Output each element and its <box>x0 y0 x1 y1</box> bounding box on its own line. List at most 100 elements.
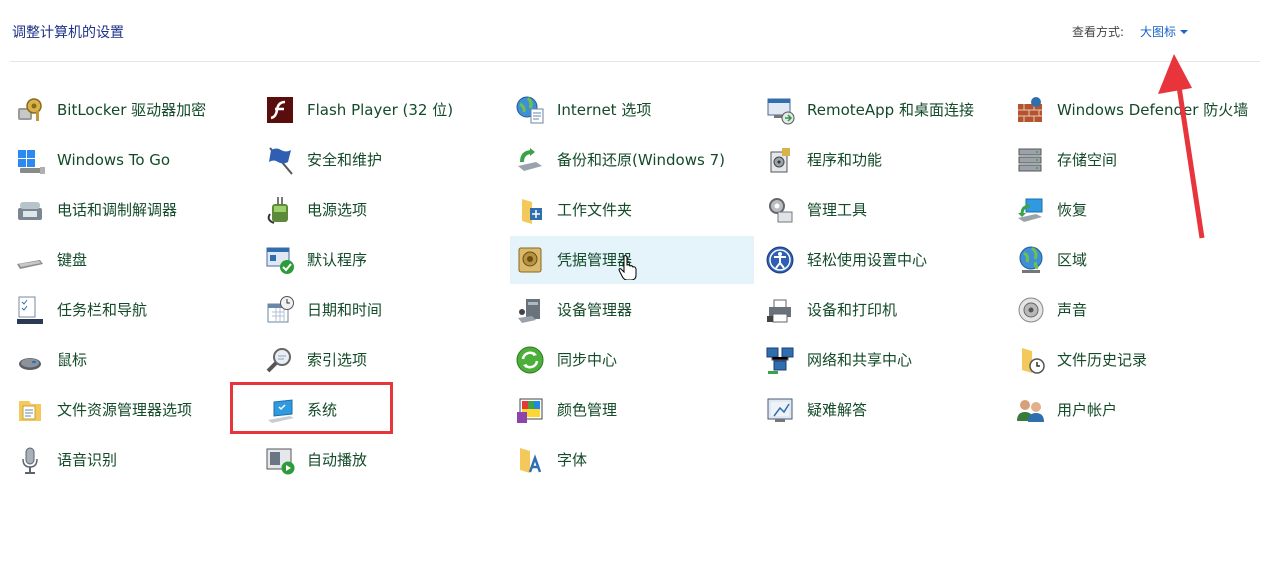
item-label: 程序和功能 <box>807 151 883 169</box>
flash-player-icon <box>264 94 296 126</box>
item-flash-player[interactable]: Flash Player (32 位) <box>260 86 504 134</box>
item-windows-firewall[interactable]: Windows Defender 防火墙 <box>1010 86 1254 134</box>
item-label: RemoteApp 和桌面连接 <box>807 101 974 119</box>
internet-options-icon <box>514 94 546 126</box>
item-label: 备份和还原(Windows 7) <box>557 151 725 169</box>
item-label: Flash Player (32 位) <box>307 101 454 119</box>
page-title: 调整计算机的设置 <box>12 25 124 41</box>
item-label: 设备和打印机 <box>807 301 898 319</box>
user-accounts-icon <box>1014 394 1046 426</box>
item-label: 安全和维护 <box>307 151 383 169</box>
item-admin-tools[interactable]: 管理工具 <box>760 186 1004 234</box>
item-fonts[interactable]: 字体 <box>510 436 754 484</box>
item-sync-center[interactable]: 同步中心 <box>510 336 754 384</box>
item-security-maintenance[interactable]: 安全和维护 <box>260 136 504 184</box>
item-windows-to-go[interactable]: Windows To Go <box>10 136 254 184</box>
backup-restore-icon <box>514 144 546 176</box>
keyboard-icon <box>14 244 46 276</box>
default-programs-icon <box>264 244 296 276</box>
item-label: 恢复 <box>1057 201 1088 219</box>
item-mouse[interactable]: 鼠标 <box>10 336 254 384</box>
item-power-options[interactable]: 电源选项 <box>260 186 504 234</box>
item-default-programs[interactable]: 默认程序 <box>260 236 504 284</box>
item-phone-modem[interactable]: 电话和调制解调器 <box>10 186 254 234</box>
item-label: 设备管理器 <box>557 301 633 319</box>
network-sharing-icon <box>764 344 796 376</box>
recovery-icon <box>1014 194 1046 226</box>
item-ease-of-access[interactable]: 轻松使用设置中心 <box>760 236 1004 284</box>
item-backup-restore[interactable]: 备份和还原(Windows 7) <box>510 136 754 184</box>
view-by-value[interactable]: 大图标 <box>1140 25 1176 39</box>
item-speech[interactable]: 语音识别 <box>10 436 254 484</box>
item-network-sharing[interactable]: 网络和共享中心 <box>760 336 1004 384</box>
item-label: 自动播放 <box>307 451 368 469</box>
item-label: 日期和时间 <box>307 301 383 319</box>
work-folders-icon <box>514 194 546 226</box>
region-globe-icon <box>1014 244 1046 276</box>
item-label: 存储空间 <box>1057 151 1118 169</box>
item-autoplay[interactable]: 自动播放 <box>260 436 504 484</box>
autoplay-icon <box>264 444 296 476</box>
remoteapp-icon <box>764 94 796 126</box>
troubleshooting-icon <box>764 394 796 426</box>
item-label: Windows Defender 防火墙 <box>1057 101 1249 119</box>
credential-manager-icon <box>514 244 546 276</box>
item-recovery[interactable]: 恢复 <box>1010 186 1254 234</box>
device-manager-icon <box>514 294 546 326</box>
system-icon <box>264 394 296 426</box>
item-region[interactable]: 区域 <box>1010 236 1254 284</box>
item-label: Internet 选项 <box>557 101 652 119</box>
header-divider <box>10 61 1260 62</box>
item-label: 文件资源管理器选项 <box>57 401 193 419</box>
item-label: 键盘 <box>57 251 88 269</box>
explorer-options-icon <box>14 394 46 426</box>
printer-icon <box>764 294 796 326</box>
item-label: 文件历史记录 <box>1057 351 1148 369</box>
item-date-time[interactable]: 日期和时间 <box>260 286 504 334</box>
item-sound[interactable]: 声音 <box>1010 286 1254 334</box>
item-label: 鼠标 <box>57 351 88 369</box>
caret-down-icon[interactable] <box>1180 29 1189 34</box>
date-time-icon <box>264 294 296 326</box>
item-color-management[interactable]: 颜色管理 <box>510 386 754 434</box>
item-label: 网络和共享中心 <box>807 351 913 369</box>
item-indexing[interactable]: 索引选项 <box>260 336 504 384</box>
item-remoteapp[interactable]: RemoteApp 和桌面连接 <box>760 86 1004 134</box>
item-label: 默认程序 <box>307 251 368 269</box>
indexing-icon <box>264 344 296 376</box>
item-label: 凭据管理器 <box>557 251 633 269</box>
admin-tools-icon <box>764 194 796 226</box>
item-label: 疑难解答 <box>807 401 868 419</box>
item-programs-features[interactable]: 程序和功能 <box>760 136 1004 184</box>
item-bitlocker[interactable]: BitLocker 驱动器加密 <box>10 86 254 134</box>
power-options-icon <box>264 194 296 226</box>
item-work-folders[interactable]: 工作文件夹 <box>510 186 754 234</box>
item-troubleshooting[interactable]: 疑难解答 <box>760 386 1004 434</box>
item-label: Windows To Go <box>57 151 171 169</box>
color-management-icon <box>514 394 546 426</box>
item-user-accounts[interactable]: 用户帐户 <box>1010 386 1254 434</box>
item-label: BitLocker 驱动器加密 <box>57 101 207 119</box>
item-label: 区域 <box>1057 251 1088 269</box>
item-system[interactable]: 系统 <box>260 386 504 434</box>
item-file-history[interactable]: 文件历史记录 <box>1010 336 1254 384</box>
item-taskbar[interactable]: 任务栏和导航 <box>10 286 254 334</box>
item-credential-manager[interactable]: 凭据管理器 <box>510 236 754 284</box>
programs-icon <box>764 144 796 176</box>
fonts-icon <box>514 444 546 476</box>
item-internet-options[interactable]: Internet 选项 <box>510 86 754 134</box>
item-keyboard[interactable]: 键盘 <box>10 236 254 284</box>
item-storage-spaces[interactable]: 存储空间 <box>1010 136 1254 184</box>
item-explorer-options[interactable]: 文件资源管理器选项 <box>10 386 254 434</box>
item-device-manager[interactable]: 设备管理器 <box>510 286 754 334</box>
item-label: 索引选项 <box>307 351 368 369</box>
item-label: 任务栏和导航 <box>57 301 148 319</box>
item-label: 同步中心 <box>557 351 618 369</box>
item-label: 语音识别 <box>57 451 118 469</box>
item-devices-printers[interactable]: 设备和打印机 <box>760 286 1004 334</box>
windows-to-go-icon <box>14 144 46 176</box>
item-label: 颜色管理 <box>557 401 618 419</box>
item-label: 用户帐户 <box>1057 401 1118 419</box>
bitlocker-icon <box>14 94 46 126</box>
view-by-dropdown[interactable]: 大图标 <box>1140 23 1189 40</box>
